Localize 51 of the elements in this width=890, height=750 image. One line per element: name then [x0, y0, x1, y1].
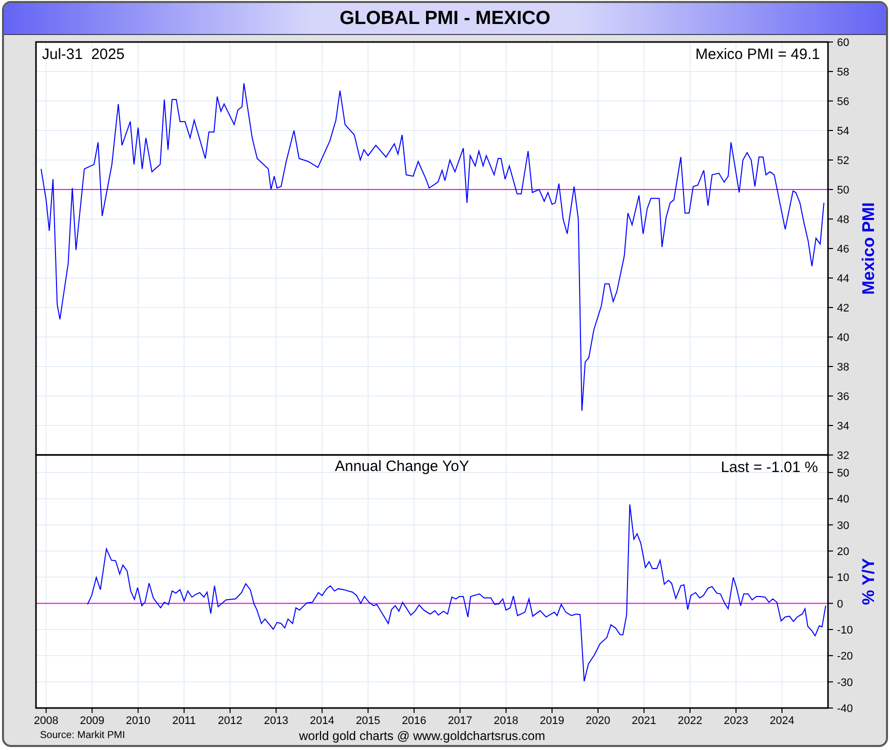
tick-label: 60 [837, 37, 850, 49]
chart-title: Annual Change YoY [334, 458, 470, 475]
tick-label: 2019 [540, 715, 564, 727]
credit-text: world gold charts @ www.goldchartsrus.com [299, 728, 546, 742]
tick-label: 2022 [678, 715, 702, 727]
tick-label: 36 [837, 391, 850, 403]
axis-title: Mexico PMI [859, 202, 878, 295]
tick-label: -10 [837, 624, 853, 636]
tick-label: 2015 [356, 715, 380, 727]
tick-label: 0 [837, 598, 844, 610]
tick-label: 2009 [80, 715, 104, 727]
tick-label: -20 [837, 650, 853, 663]
tick-label: 56 [837, 96, 850, 108]
tick-label: 32 [837, 450, 850, 462]
tick-label: 2021 [632, 715, 656, 727]
tick-label: 42 [837, 302, 850, 314]
tick-label: 54 [837, 126, 850, 138]
tick-label: 50 [837, 184, 850, 196]
tick-label: 2016 [402, 715, 426, 727]
tick-label: 2013 [264, 715, 288, 727]
tick-label: 40 [837, 494, 850, 506]
tick-label: 38 [837, 362, 850, 374]
tick-label: 2020 [586, 715, 610, 727]
tick-label: 44 [837, 273, 850, 285]
tick-label: 2010 [126, 715, 150, 727]
value-label: Last = -1.01 % [720, 459, 818, 476]
tick-label: -30 [837, 676, 853, 689]
tick-label: 52 [837, 155, 850, 167]
tick-label: 2014 [310, 715, 334, 727]
tick-label: 2008 [34, 715, 58, 727]
chart-heading: GLOBAL PMI - MEXICO [340, 8, 550, 30]
tick-label: 2018 [494, 715, 518, 727]
tick-label: 2024 [770, 715, 794, 727]
tick-label: 2017 [448, 715, 472, 727]
tick-label: 2011 [172, 715, 196, 727]
tick-label: 10 [837, 572, 850, 584]
tick-label: 2023 [724, 715, 748, 727]
tick-label: 34 [837, 420, 850, 432]
tick-label: 58 [837, 66, 850, 78]
date-label: Jul-31 2025 [42, 46, 125, 63]
tick-label: -40 [837, 703, 853, 715]
tick-label: 30 [837, 520, 850, 532]
tick-label: 48 [837, 214, 850, 226]
source-note: Source: Markit PMI [40, 730, 126, 741]
tick-label: 20 [837, 546, 850, 558]
tick-label: 46 [837, 244, 850, 256]
axis-title: % Y/Y [859, 558, 878, 605]
tick-label: 40 [837, 332, 850, 344]
tick-label: 50 [837, 468, 850, 480]
tick-label: 2012 [218, 715, 242, 727]
value-label: Mexico PMI = 49.1 [695, 46, 820, 63]
